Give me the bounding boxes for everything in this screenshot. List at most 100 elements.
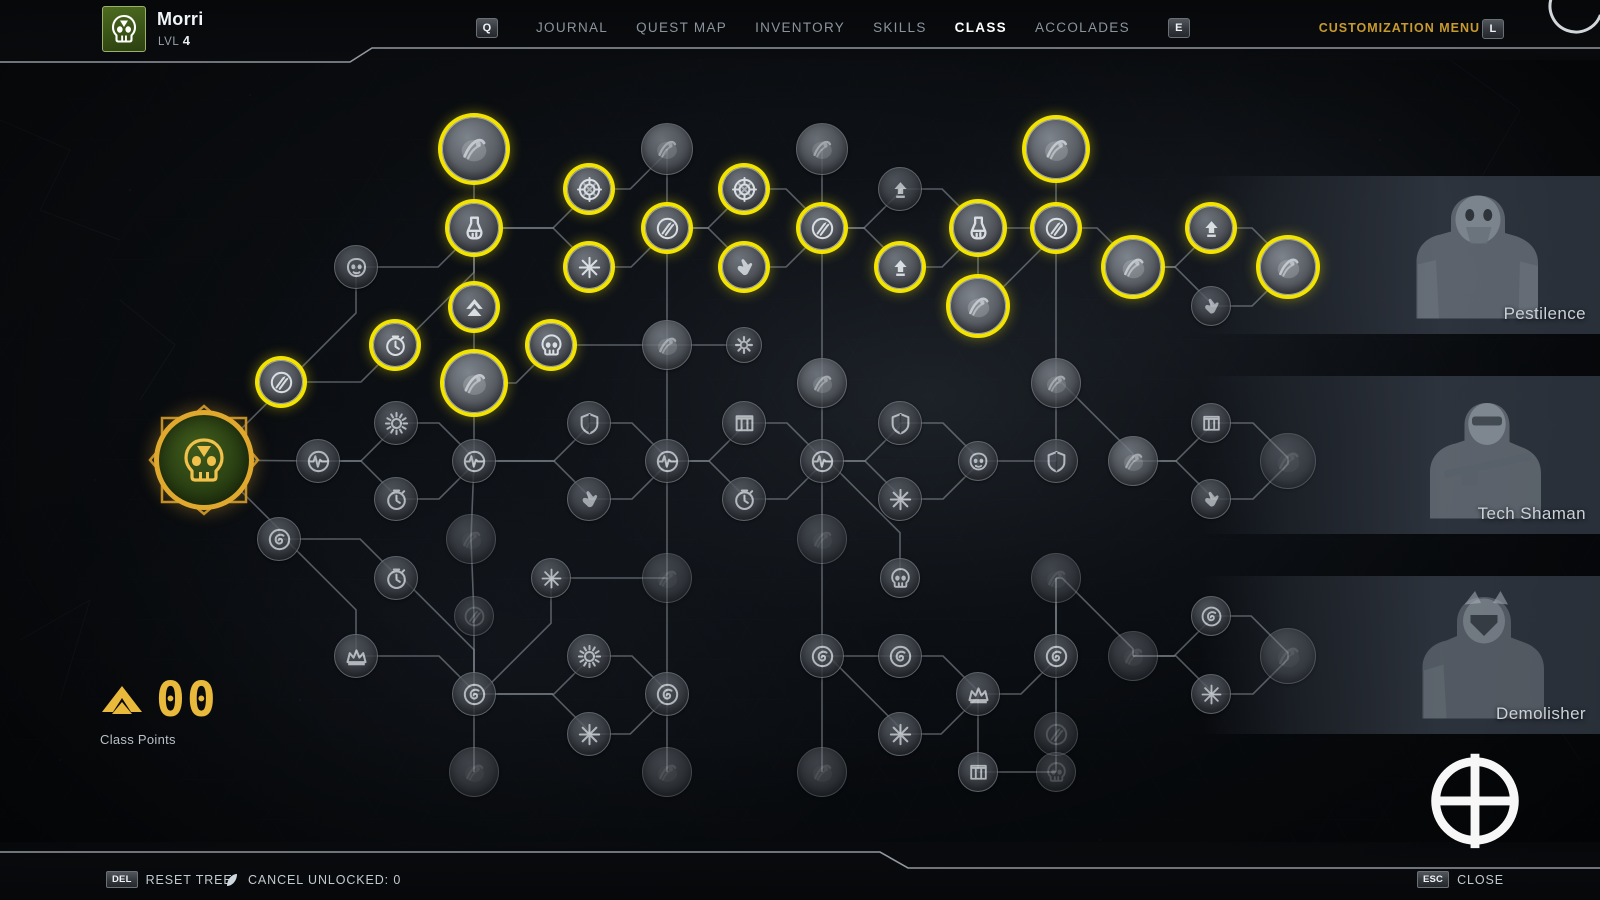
- skill-node-n49[interactable]: [878, 477, 922, 521]
- close-key[interactable]: ESC: [1416, 871, 1450, 888]
- skill-node-n8[interactable]: [374, 556, 418, 600]
- skill-node-n69[interactable]: [1191, 403, 1231, 443]
- skill-node-n5[interactable]: [257, 517, 301, 561]
- skill-node-n14[interactable]: [452, 439, 496, 483]
- nav-tab-journal[interactable]: JOURNAL: [522, 17, 622, 38]
- skill-node-n65[interactable]: [1108, 436, 1158, 486]
- skill-node-n11[interactable]: [449, 203, 499, 253]
- skill-node-n35[interactable]: [722, 245, 766, 289]
- skill-node-n18[interactable]: [449, 747, 499, 797]
- customization-menu-key[interactable]: L: [1482, 19, 1504, 39]
- skill-node-circle: [442, 117, 506, 181]
- skill-node-n77[interactable]: [1036, 752, 1076, 792]
- root-class-node[interactable]: [148, 404, 260, 516]
- skill-node-n46[interactable]: [878, 167, 922, 211]
- skill-node-circle: [1026, 119, 1086, 179]
- skill-node-n48[interactable]: [878, 401, 922, 445]
- skill-node-n17[interactable]: [452, 672, 496, 716]
- skill-node-n47[interactable]: [878, 245, 922, 289]
- close-button[interactable]: ESC CLOSE: [1416, 871, 1504, 888]
- skill-node-n53[interactable]: [953, 203, 1003, 253]
- skill-node-n56[interactable]: [956, 672, 1000, 716]
- skill-node-n70[interactable]: [1191, 479, 1231, 519]
- skill-node-n62[interactable]: [1031, 553, 1081, 603]
- skill-node-n36[interactable]: [726, 327, 762, 363]
- skill-node-n38[interactable]: [722, 477, 766, 521]
- skill-node-n57[interactable]: [958, 752, 998, 792]
- skill-node-n9[interactable]: [334, 634, 378, 678]
- skill-node-n67[interactable]: [1189, 206, 1233, 250]
- skill-node-n73[interactable]: [1260, 239, 1316, 295]
- skill-node-n23[interactable]: [529, 323, 573, 367]
- skill-node-n12[interactable]: [452, 285, 496, 329]
- nav-tab-quest-map[interactable]: QUEST MAP: [622, 17, 741, 38]
- skill-node-n26[interactable]: [567, 712, 611, 756]
- skill-node-n71[interactable]: [1191, 596, 1231, 636]
- reset-tree-button[interactable]: DEL RESET TREE: [106, 871, 233, 888]
- skill-node-n61[interactable]: [1034, 439, 1078, 483]
- skill-node-n60[interactable]: [1031, 358, 1081, 408]
- customization-menu-button[interactable]: CUSTOMIZATION MENU: [1319, 21, 1480, 35]
- skill-node-n52[interactable]: [878, 712, 922, 756]
- nav-tab-inventory[interactable]: INVENTORY: [741, 17, 859, 38]
- skill-node-n59[interactable]: [1034, 206, 1078, 250]
- skill-node-n30[interactable]: [645, 439, 689, 483]
- skill-node-n28[interactable]: [645, 206, 689, 250]
- cancel-unlocked-button[interactable]: CANCEL UNLOCKED: 0: [224, 872, 401, 888]
- skill-node-n41[interactable]: [797, 358, 847, 408]
- skill-node-n72[interactable]: [1191, 674, 1231, 714]
- skill-node-n3[interactable]: [373, 323, 417, 367]
- skill-node-n2[interactable]: [334, 245, 378, 289]
- nav-tab-skills[interactable]: SKILLS: [859, 17, 941, 38]
- skill-node-n32[interactable]: [645, 672, 689, 716]
- skill-node-n58[interactable]: [1026, 119, 1086, 179]
- skill-node-n10[interactable]: [442, 117, 506, 181]
- nav-next-key[interactable]: E: [1167, 18, 1190, 38]
- nav-prev-key[interactable]: Q: [476, 18, 498, 38]
- skill-node-n7[interactable]: [374, 477, 418, 521]
- skill-node-n45[interactable]: [797, 747, 847, 797]
- skill-node-n25[interactable]: [567, 634, 611, 678]
- skill-node-n43[interactable]: [797, 514, 847, 564]
- reset-tree-key[interactable]: DEL: [106, 871, 138, 888]
- skill-node-n21[interactable]: [567, 401, 611, 445]
- skill-node-n51[interactable]: [878, 634, 922, 678]
- skill-node-n44[interactable]: [800, 634, 844, 678]
- skill-node-circle: [567, 245, 611, 289]
- skill-node-n15[interactable]: [446, 514, 496, 564]
- skill-node-n55[interactable]: [958, 441, 998, 481]
- skill-node-n63[interactable]: [1034, 634, 1078, 678]
- skill-node-n34[interactable]: [722, 167, 766, 211]
- skill-node-n4[interactable]: [296, 439, 340, 483]
- skill-node-n27[interactable]: [641, 123, 693, 175]
- nav-tab-class[interactable]: CLASS: [941, 17, 1021, 38]
- skill-node-n1[interactable]: [259, 360, 303, 404]
- skill-node-n42[interactable]: [800, 439, 844, 483]
- skill-node-n68[interactable]: [1191, 286, 1231, 326]
- skill-node-n76[interactable]: [1034, 712, 1078, 756]
- skill-node-n29[interactable]: [642, 320, 692, 370]
- skill-node-n75[interactable]: [1260, 628, 1316, 684]
- skill-node-n50[interactable]: [880, 558, 920, 598]
- skill-node-n20[interactable]: [567, 245, 611, 289]
- skill-node-n6[interactable]: [374, 401, 418, 445]
- skill-node-n19[interactable]: [567, 167, 611, 211]
- skill-node-n31[interactable]: [642, 553, 692, 603]
- skill-node-n24[interactable]: [531, 558, 571, 598]
- skill-node-n64[interactable]: [1105, 239, 1161, 295]
- player-class-badge[interactable]: [102, 6, 146, 52]
- skill-node-n13[interactable]: [444, 353, 504, 413]
- shield-icon: [580, 412, 598, 434]
- nav-tab-accolades[interactable]: ACCOLADES: [1021, 17, 1144, 38]
- asterisk-icon: [541, 568, 561, 588]
- skill-node-n40[interactable]: [800, 206, 844, 250]
- skill-node-circle: [374, 401, 418, 445]
- skill-node-n16[interactable]: [454, 596, 494, 636]
- skill-node-n54[interactable]: [950, 278, 1006, 334]
- skill-node-n33[interactable]: [642, 747, 692, 797]
- skill-node-n66[interactable]: [1108, 631, 1158, 681]
- skill-node-n37[interactable]: [722, 401, 766, 445]
- skill-node-n39[interactable]: [796, 123, 848, 175]
- skill-node-n74[interactable]: [1260, 433, 1316, 489]
- skill-node-n22[interactable]: [567, 477, 611, 521]
